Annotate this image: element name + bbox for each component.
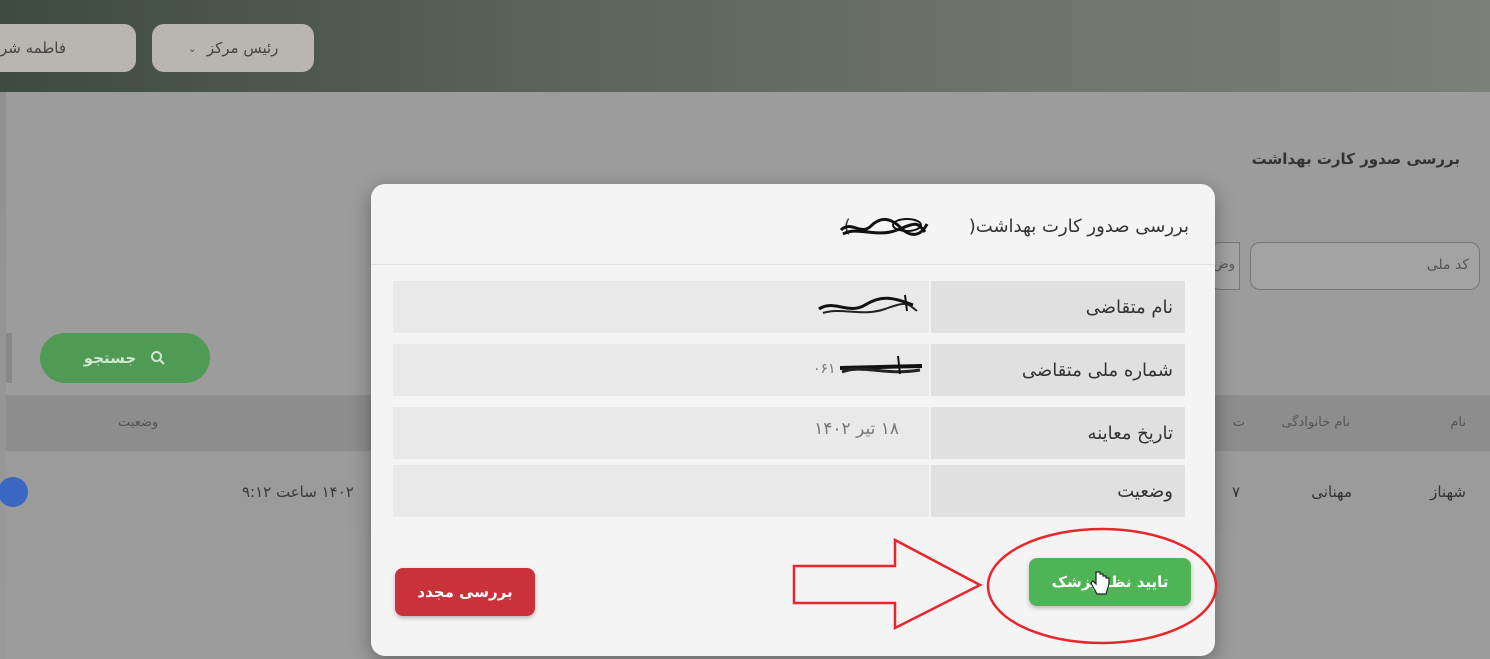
exam-date-row: ۱۸ تیر ۱۴۰۲ تاریخ معاینه [393,407,1185,459]
national-id-value: ۰۶۱ [393,344,929,396]
search-field-edge [6,333,12,383]
applicant-name-value [393,281,929,333]
national-id-row: ۰۶۱ شماره ملی متقاضی [393,344,1185,396]
modal-divider [371,264,1215,265]
redaction-scribble [818,294,918,314]
top-header: فاطمه شر رئیس مرکز ⌄ [0,0,1490,92]
row-first-name: شهناز [1430,483,1466,501]
role-menu-button[interactable]: رئیس مرکز ⌄ [152,24,314,72]
page-title: بررسی صدور کارت بهداشت [1251,150,1460,168]
status-filter-placeholder: وض [1213,257,1235,272]
exam-date-value: ۱۸ تیر ۱۴۰۲ [393,407,929,459]
applicant-name-row: نام متقاضی [393,281,1185,333]
redaction-scribble [839,218,929,236]
national-id-label: شماره ملی متقاضی [931,344,1185,396]
search-icon [151,351,165,365]
th-last-name: نام خانوادگی [1281,415,1350,430]
applicant-name-label: نام متقاضی [931,281,1185,333]
national-id-input[interactable]: کد ملی [1250,242,1480,290]
row-partial: ۷ [1231,483,1240,501]
role-menu-label: رئیس مرکز [206,39,279,57]
screen: فاطمه شر رئیس مرکز ⌄ بررسی صدور کارت بهد… [0,0,1490,659]
approve-doctor-opinion-button[interactable]: تایید نظر پزشک [1029,558,1191,606]
redaction-scribble [839,355,923,375]
exam-date-label: تاریخ معاینه [931,407,1185,459]
review-modal: بررسی صدور کارت بهداشت() نام متقاضی ۰۶۱ [371,184,1215,656]
national-id-prefix: ۰۶۱ [813,361,836,377]
status-label: وضعیت [931,465,1185,517]
status-row: وضعیت [393,465,1185,517]
search-button[interactable]: جستجو [40,333,210,383]
th-partial: ت [1232,415,1245,430]
search-button-label: جستجو [83,349,137,367]
national-id-placeholder: کد ملی [1426,257,1469,273]
user-menu-button[interactable]: فاطمه شر [0,24,136,72]
th-first-name: نام [1450,415,1466,430]
th-status: وضعیت [118,415,159,430]
row-last-name: مهنانی [1311,483,1352,501]
row-datetime: ۱۴۰۲ ساعت ۹:۱۲ [242,483,354,501]
modal-title-text: بررسی صدور کارت بهداشت( [968,216,1189,237]
status-value [393,465,929,517]
recheck-button[interactable]: بررسی مجدد [395,568,535,616]
approve-button-label: تایید نظر پزشک [1051,573,1169,591]
chevron-down-icon: ⌄ [187,41,197,55]
user-menu-label: فاطمه شر [0,39,67,57]
status-indicator[interactable] [0,477,28,507]
